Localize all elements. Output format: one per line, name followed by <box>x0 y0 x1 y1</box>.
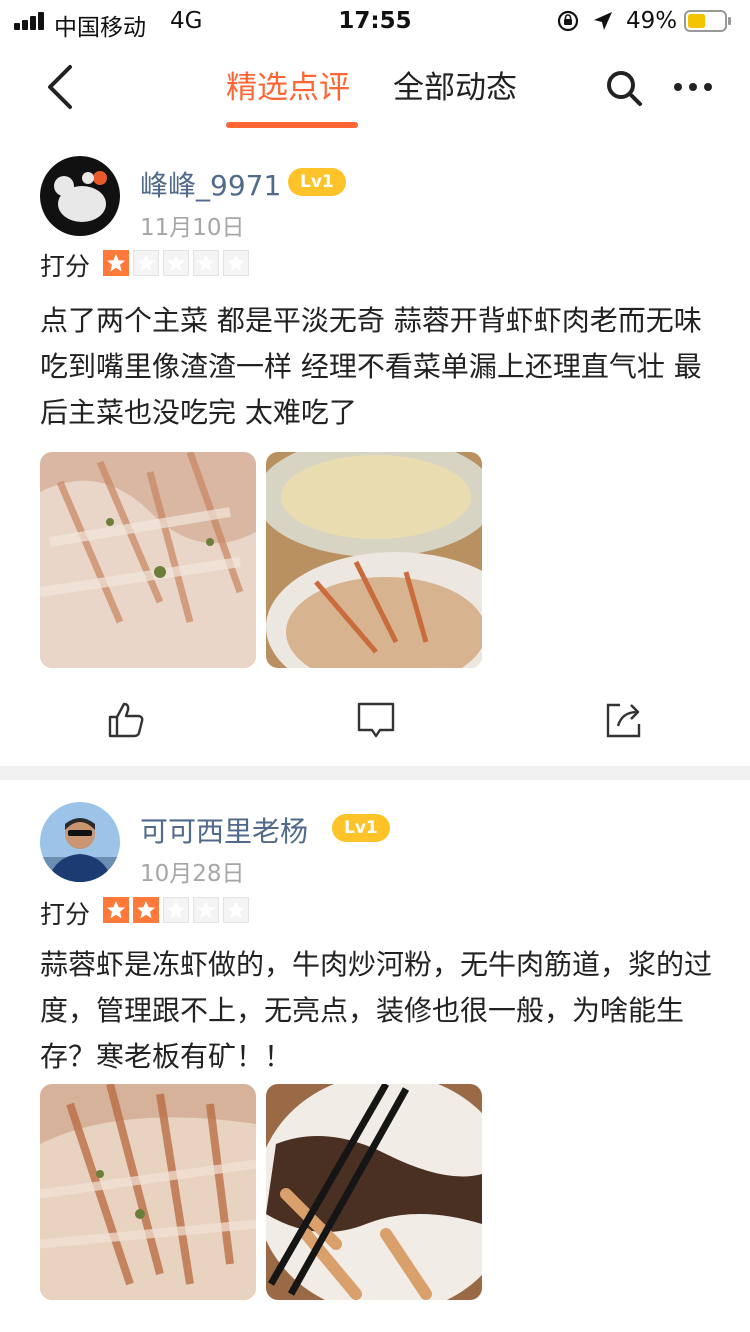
star-filled-icon <box>133 897 159 923</box>
avatar[interactable] <box>40 802 120 882</box>
battery-percent: 49% <box>626 8 678 34</box>
star-rating <box>103 250 253 276</box>
username[interactable]: 可可西里老杨 <box>140 810 308 850</box>
back-icon[interactable] <box>40 62 80 112</box>
level-badge: Lv1 <box>332 814 390 842</box>
section-divider <box>0 766 750 780</box>
star-filled-icon <box>103 250 129 276</box>
review-photo[interactable] <box>266 452 482 668</box>
star-empty-icon <box>223 897 249 923</box>
action-bar <box>0 700 750 750</box>
review-date: 11月10日 <box>140 215 245 241</box>
battery-icon <box>684 10 731 32</box>
orientation-lock-icon <box>557 10 579 32</box>
tab-featured-reviews[interactable]: 精选点评 <box>226 62 350 107</box>
review-photo[interactable] <box>40 1084 256 1300</box>
review-date: 10月28日 <box>140 861 245 887</box>
review-text: 点了两个主菜 都是平淡无奇 蒜蓉开背虾虾肉老而无味 吃到嘴里像渣渣一样 经理不看… <box>40 304 702 429</box>
username[interactable]: 峰峰_9971 <box>140 164 281 204</box>
score-label: 打分 <box>40 900 91 929</box>
search-icon[interactable] <box>604 68 644 108</box>
star-empty-icon <box>163 897 189 923</box>
score-label: 打分 <box>40 252 91 281</box>
active-tab-indicator <box>226 122 358 128</box>
avatar[interactable] <box>40 156 120 236</box>
star-rating <box>103 897 253 923</box>
comment-icon[interactable] <box>356 700 396 740</box>
star-empty-icon <box>223 250 249 276</box>
star-empty-icon <box>193 250 219 276</box>
star-empty-icon <box>163 250 189 276</box>
like-icon[interactable] <box>106 700 146 740</box>
star-empty-icon <box>193 897 219 923</box>
tab-all-activity[interactable]: 全部动态 <box>393 62 517 107</box>
review-photo[interactable] <box>266 1084 482 1300</box>
share-icon[interactable] <box>604 700 644 740</box>
location-arrow-icon <box>594 12 612 30</box>
more-icon[interactable] <box>672 80 714 94</box>
level-badge: Lv1 <box>288 168 346 196</box>
star-empty-icon <box>133 250 159 276</box>
star-filled-icon <box>103 897 129 923</box>
review-text: 蒜蓉虾是冻虾做的，牛肉炒河粉，无牛肉筋道，浆的过度，管理跟不上，无亮点，装修也很… <box>40 948 713 1073</box>
nav-bar: 精选点评 全部动态 <box>0 40 750 130</box>
status-bar: 中国移动 4G 17:55 49% <box>0 0 750 41</box>
review-card: 峰峰_9971 Lv1 11月10日 打分 点了两个主菜 都是平淡无奇 蒜蓉开背… <box>0 150 750 760</box>
review-photo[interactable] <box>40 452 256 668</box>
review-card: 可可西里老杨 Lv1 10月28日 打分 蒜蓉虾是冻虾做的，牛肉炒河粉，无牛肉筋… <box>0 800 750 1332</box>
